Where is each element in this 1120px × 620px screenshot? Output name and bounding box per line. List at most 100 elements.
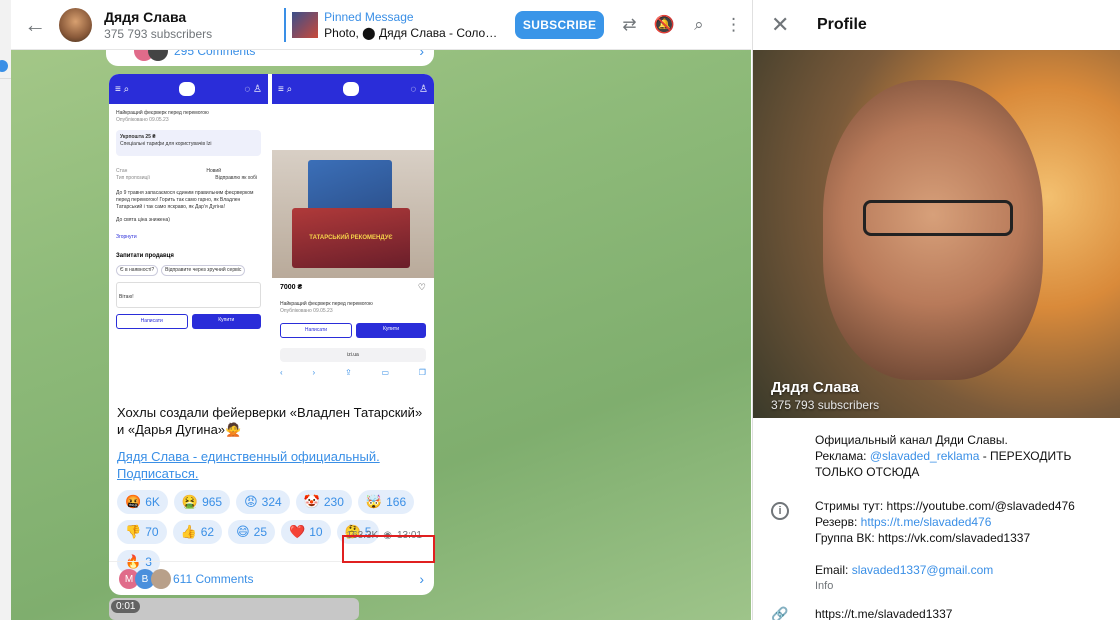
search-icon[interactable]: ⌕ [682,7,717,43]
email-line: Email: slavaded1337@gmail.com [815,562,1120,578]
desc-text: Реклама: [815,449,870,463]
chip: Є в наявності? [116,265,159,276]
streams-line: Стримы тут: https://youtube.com/@slavade… [815,499,1075,513]
close-icon[interactable]: ✕ [771,12,799,38]
video-chat-icon[interactable]: ⇄ [612,7,647,43]
listing-heading: Найкращий феєрверк перед перемогою [116,110,209,116]
action-buttons: Написати Купити [280,323,426,338]
comments-button[interactable]: M B 611 Comments › [109,561,434,595]
commenter-avatar [151,569,171,589]
link-icon: 🔗 [771,606,789,620]
input-text: Вітаю! [119,294,134,300]
pinned-title: Pinned Message [324,9,414,24]
profile-title: Profile [817,16,867,33]
promo-title: Укрпошта 25 ₴ [120,134,156,140]
reaction-count: 6K [145,495,160,509]
reaction-emoji: 👎 [125,524,142,539]
reaction[interactable]: 😄 25 [228,520,276,544]
channel-avatar[interactable] [59,7,93,42]
buy-button: Купити [356,323,426,338]
mute-icon[interactable]: 🔕 [647,7,682,43]
promo-card: Укрпошта 25 ₴ Спеціальні тарифи для кори… [116,130,261,156]
app-topbar: ≡ ⌕ ◌ ♙ [272,74,434,104]
more-icon[interactable]: ⋮ [716,7,751,43]
buy-button: Купити [191,314,261,329]
desc-line: Реклама: @slavaded_reklama - ПЕРЕХОДИТЬ … [815,448,1120,480]
post-body[interactable]: Хохлы создали фейерверки «Владлен Татарс… [109,400,434,595]
pinned-message[interactable]: Pinned Message Photo, ⬤ Дядя Слава - Сол… [284,7,497,42]
channel-description: Официальный канал Дяди Славы. Реклама: @… [753,418,1120,480]
channel-title: Дядя Слава [104,8,187,25]
email-label: Email: [815,563,852,577]
comments-count: 611 Comments [173,571,254,586]
telegram-window: ← Дядя Слава 375 793 subscribers Pinned … [0,0,1120,620]
reaction-count: 324 [261,495,282,509]
reaction[interactable]: 👎 70 [117,520,167,544]
menu-icon: ≡ ⌕ [115,83,130,95]
profile-subscribers: 375 793 subscribers [771,398,880,412]
reaction-count: 25 [253,525,268,539]
reaction-emoji: 🤬 [125,494,142,509]
channel-link[interactable]: https://t.me/slavaded1337 [815,606,1120,620]
post-media[interactable]: ≡ ⌕ ◌ ♙ Найкращий феєрверк перед перемог… [109,74,434,400]
highlight-box [342,535,435,563]
listing-heading: Найкращий феєрверк перед перемогою [280,301,373,307]
reaction-count: 62 [200,525,215,539]
heart-icon: ♡ [417,282,426,292]
chat-area[interactable]: ← Дядя Слава 375 793 subscribers Pinned … [11,0,751,620]
channel-link-row[interactable]: 🔗 https://t.me/slavaded1337 [753,594,1120,620]
channel-info[interactable]: Дядя Слава 375 793 subscribers [104,9,268,41]
email-link[interactable]: slavaded1337@gmail.com [852,563,994,577]
listing-date: Опубліковано 09.05.23 [116,117,169,123]
subscribe-button[interactable]: SUBSCRIBE [515,10,605,39]
screenshot-right[interactable]: ≡ ⌕ ◌ ♙ ТАТАРСЬКИЙ РЕКОМЕНДУЄ 7000 ₴ ♡ Н… [272,74,434,400]
reaction-emoji: 👍 [180,524,197,539]
back-arrow-icon[interactable]: ← [11,0,59,50]
promo-sub: Спеціальні тарифи для користувачів Izi [120,141,212,147]
price: 7000 ₴ [280,284,303,291]
reaction-count: 230 [323,495,344,509]
book-icon: ▭ [381,368,389,377]
reaction[interactable]: 🤮 965 [173,490,231,514]
reaction[interactable]: 😡 324 [236,490,290,514]
reaction[interactable]: 🤯 166 [357,490,415,514]
profile-photo[interactable]: Дядя Слава 375 793 subscribers [753,50,1120,418]
pinned-thumbnail [292,11,319,38]
app-topbar: ≡ ⌕ ◌ ♙ [109,74,268,104]
listing-date: Опубліковано 09.05.23 [280,308,333,314]
message-input: Вітаю! [116,282,261,308]
screenshot-left[interactable]: ≡ ⌕ ◌ ♙ Найкращий феєрверк перед перемог… [109,74,270,400]
back-icon: ‹ [280,368,283,377]
reaction-count: 166 [386,495,407,509]
listing-body: До 9 травня запасаємося єдиним правильни… [116,190,254,210]
post-title: Хохлы создали фейерверки «Владлен Татарс… [117,405,423,437]
chevron-right-icon: › [419,570,424,587]
reaction-emoji: ❤️ [289,524,306,539]
chat-header: ← Дядя Слава 375 793 subscribers Pinned … [11,0,751,50]
ask-seller: Запитати продавця [116,253,174,259]
type-row: Тип пропозиції Відправлю як хобі [116,175,261,182]
reaction-count: 70 [145,525,159,539]
price-note: До свята ціна знижена) [116,217,170,223]
vk-line: Группа ВК: https://vk.com/slavaded1337 [815,531,1031,545]
box-label: ТАТАРСЬКИЙ РЕКОМЕНДУЄ [309,235,393,241]
reaction[interactable]: ❤️ 10 [281,520,331,544]
channel-subscribers: 375 793 subscribers [104,26,213,41]
profile-header: ✕ Profile [753,0,1120,50]
reserve-label: Резерв: [815,515,861,529]
post-link[interactable]: Дядя Слава - единственный официальный. П… [117,448,426,482]
reaction-emoji: 🤯 [365,494,383,509]
reaction[interactable]: 🤡 230 [295,490,352,514]
ads-link[interactable]: @slavaded_reklama [870,449,980,463]
spacer [272,104,434,150]
action-buttons: Написати Купити [116,314,261,329]
reaction-emoji: 🤮 [181,494,199,509]
reaction[interactable]: 👍 62 [172,520,223,544]
reaction[interactable]: 🤬 6K [117,490,168,514]
reserve-link[interactable]: https://t.me/slavaded476 [861,515,992,529]
portrait-glasses [863,200,1013,236]
info-icon: i [771,502,789,520]
type-value: Відправлю як хобі [215,175,257,181]
next-video-message[interactable]: 0:01 [109,598,359,620]
unread-dot[interactable] [0,60,8,72]
